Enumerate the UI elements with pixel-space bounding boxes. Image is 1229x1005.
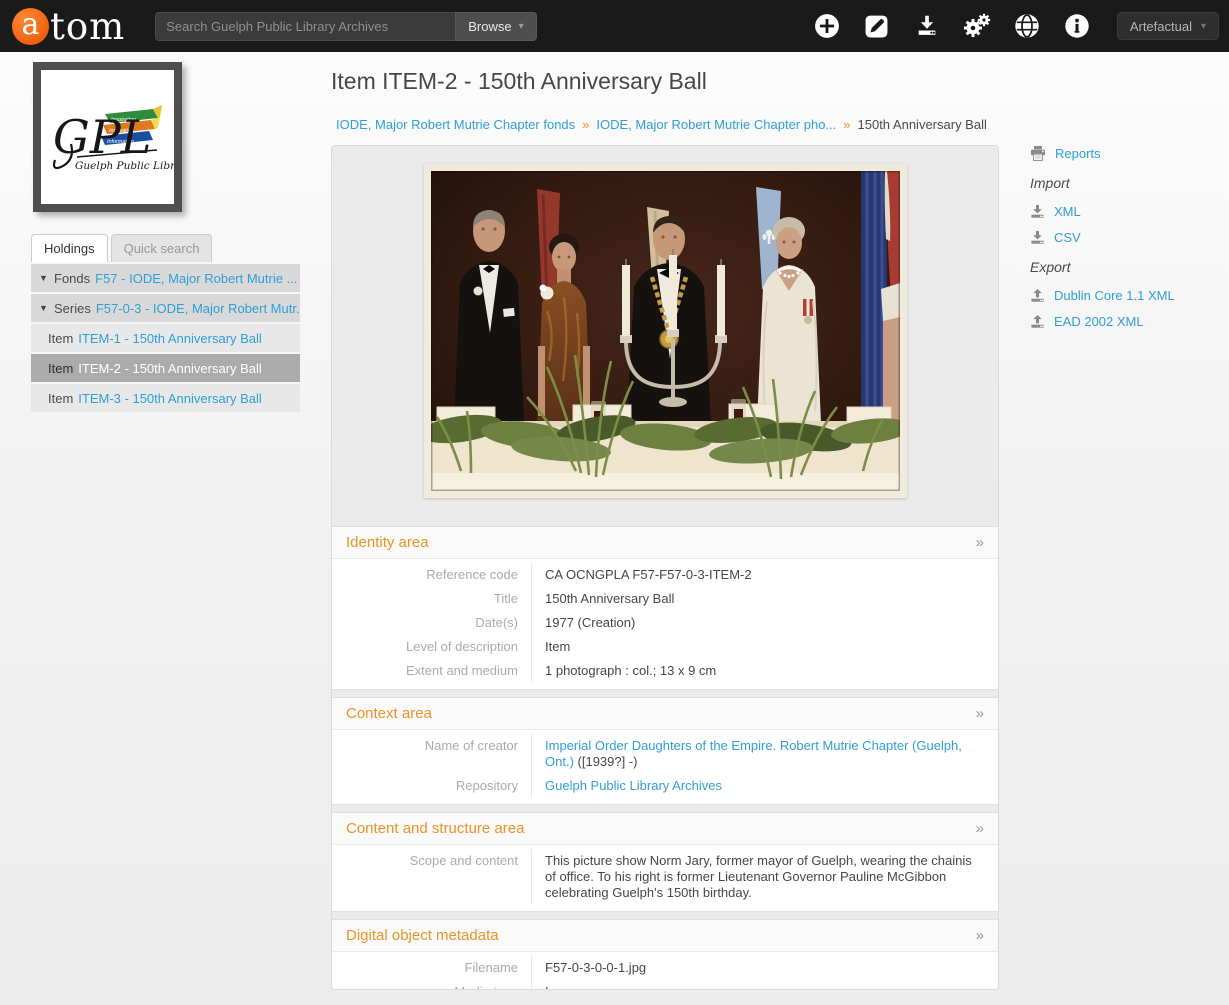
export-ead-link[interactable]: EAD 2002 XML bbox=[1054, 314, 1144, 329]
field-name-of-creator: Name of creator Imperial Order Daughters… bbox=[332, 734, 998, 774]
chevron-down-icon[interactable]: ▼ bbox=[39, 273, 54, 283]
breadcrumb-link-fonds[interactable]: IODE, Major Robert Mutrie Chapter fonds bbox=[336, 117, 575, 132]
admin-button[interactable] bbox=[963, 12, 991, 40]
tree-item-1[interactable]: Item ITEM-1 - 150th Anniversary Ball bbox=[31, 324, 300, 352]
description-panel: Identity area » Reference code CA OCNGPL… bbox=[331, 145, 999, 990]
main-content: Item ITEM-2 - 150th Anniversary Ball IOD… bbox=[331, 60, 999, 990]
tree-item-link[interactable]: ITEM-3 - 150th Anniversary Ball bbox=[78, 391, 262, 406]
reports-row: Reports bbox=[1030, 146, 1225, 161]
breadcrumb-current: 150th Anniversary Ball bbox=[858, 117, 987, 132]
export-dublin-core-link[interactable]: Dublin Core 1.1 XML bbox=[1054, 288, 1175, 303]
field-filename: Filename F57-0-3-0-0-1.jpg bbox=[332, 956, 998, 980]
import-xml-row: XML bbox=[1030, 204, 1225, 219]
section-digital-object-metadata: Digital object metadata » Filename F57-0… bbox=[332, 919, 998, 990]
printer-icon bbox=[1030, 146, 1046, 161]
import-xml-link[interactable]: XML bbox=[1054, 204, 1081, 219]
section-title: Identity area bbox=[346, 534, 429, 551]
upload-icon bbox=[1030, 314, 1045, 329]
tree-item-fonds[interactable]: ▼ Fonds F57 - IODE, Major Robert Mutrie … bbox=[31, 264, 300, 292]
field-extent-and-medium: Extent and medium 1 photograph : col.; 1… bbox=[332, 659, 998, 683]
section-identity-area: Identity area » Reference code CA OCNGPL… bbox=[332, 526, 998, 690]
field-dates: Date(s) 1977 (Creation) bbox=[332, 611, 998, 635]
atom-logo[interactable]: a tom bbox=[12, 8, 125, 45]
tree-item-3[interactable]: Item ITEM-3 - 150th Anniversary Ball bbox=[31, 384, 300, 412]
breadcrumb-link-series[interactable]: IODE, Major Robert Mutrie Chapter pho... bbox=[596, 117, 836, 132]
admin-gears-icon bbox=[963, 13, 991, 39]
section-title: Digital object metadata bbox=[346, 927, 499, 944]
user-menu-button[interactable]: Artefactual ▾ bbox=[1117, 12, 1219, 40]
download-icon bbox=[1030, 204, 1045, 219]
export-heading: Export bbox=[1030, 259, 1225, 275]
import-heading: Import bbox=[1030, 175, 1225, 191]
edit-button[interactable] bbox=[863, 12, 891, 40]
digital-object-image[interactable] bbox=[424, 164, 907, 498]
download-icon bbox=[1030, 230, 1045, 245]
sidebar-tabs: Holdings Quick search bbox=[31, 234, 300, 262]
info-icon bbox=[1064, 13, 1090, 39]
breadcrumb: IODE, Major Robert Mutrie Chapter fonds»… bbox=[331, 117, 999, 132]
anniversary-ball-photo bbox=[431, 171, 900, 491]
repository-logo[interactable]: Inspiration Innovation Information GPL G… bbox=[33, 62, 182, 212]
gpl-logo-image: Inspiration Innovation Information GPL G… bbox=[41, 70, 174, 203]
field-title: Title 150th Anniversary Ball bbox=[332, 587, 998, 611]
edit-icon bbox=[864, 14, 889, 39]
export-dc-row: Dublin Core 1.1 XML bbox=[1030, 288, 1225, 303]
tree-item-link[interactable]: F57-0-3 - IODE, Major Robert Mutr... bbox=[96, 301, 300, 316]
svg-text:Guelph Public Library: Guelph Public Library bbox=[75, 160, 174, 172]
atom-logo-a-icon: a bbox=[12, 8, 49, 45]
field-scope-and-content: Scope and content This picture show Norm… bbox=[332, 849, 998, 905]
page-title: Item ITEM-2 - 150th Anniversary Ball bbox=[331, 68, 999, 95]
holdings-treeview: ▼ Fonds F57 - IODE, Major Robert Mutrie … bbox=[31, 264, 300, 412]
repository-link[interactable]: Guelph Public Library Archives bbox=[545, 778, 722, 793]
breadcrumb-separator: » bbox=[836, 117, 857, 132]
tree-item-link[interactable]: F57 - IODE, Major Robert Mutrie ... bbox=[95, 271, 297, 286]
section-title: Context area bbox=[346, 705, 432, 722]
field-level-of-description: Level of description Item bbox=[332, 635, 998, 659]
tree-item-link[interactable]: ITEM-2 - 150th Anniversary Ball bbox=[78, 361, 262, 376]
upload-icon bbox=[1030, 288, 1045, 303]
left-sidebar: Inspiration Innovation Information GPL G… bbox=[31, 62, 300, 414]
breadcrumb-separator: » bbox=[575, 117, 596, 132]
language-button[interactable] bbox=[1013, 12, 1041, 40]
section-expand-link[interactable]: » bbox=[976, 534, 984, 551]
import-button[interactable] bbox=[913, 12, 941, 40]
tab-holdings[interactable]: Holdings bbox=[31, 234, 108, 262]
section-title: Content and structure area bbox=[346, 820, 524, 837]
tree-item-link[interactable]: ITEM-1 - 150th Anniversary Ball bbox=[78, 331, 262, 346]
add-button[interactable] bbox=[813, 12, 841, 40]
section-content-structure-area: Content and structure area » Scope and c… bbox=[332, 812, 998, 912]
section-expand-link[interactable]: » bbox=[976, 927, 984, 944]
section-expand-link[interactable]: » bbox=[976, 820, 984, 837]
search-input[interactable] bbox=[155, 12, 455, 41]
reports-link[interactable]: Reports bbox=[1055, 146, 1101, 161]
chevron-down-icon[interactable]: ▼ bbox=[39, 303, 54, 313]
export-ead-row: EAD 2002 XML bbox=[1030, 314, 1225, 329]
svg-text:GPL: GPL bbox=[53, 110, 151, 164]
field-media-type: Media type Image bbox=[332, 980, 998, 990]
caret-down-icon: ▾ bbox=[1201, 21, 1206, 32]
import-csv-link[interactable]: CSV bbox=[1054, 230, 1081, 245]
info-button[interactable] bbox=[1063, 12, 1091, 40]
field-repository: Repository Guelph Public Library Archive… bbox=[332, 774, 998, 798]
language-globe-icon bbox=[1014, 13, 1040, 39]
import-icon bbox=[914, 13, 940, 39]
field-reference-code: Reference code CA OCNGPLA F57-F57-0-3-IT… bbox=[332, 563, 998, 587]
import-csv-row: CSV bbox=[1030, 230, 1225, 245]
tree-item-series[interactable]: ▼ Series F57-0-3 - IODE, Major Robert Mu… bbox=[31, 294, 300, 322]
caret-down-icon: ▾ bbox=[519, 21, 524, 32]
browse-button[interactable]: Browse ▾ bbox=[455, 12, 536, 41]
right-context-menu: Reports Import XML CSV Export Dublin Cor… bbox=[1030, 146, 1225, 340]
tab-quick-search[interactable]: Quick search bbox=[111, 234, 213, 262]
top-navbar: a tom Browse ▾ bbox=[0, 0, 1229, 52]
tree-item-2-selected[interactable]: Item ITEM-2 - 150th Anniversary Ball bbox=[31, 354, 300, 382]
add-icon bbox=[814, 13, 840, 39]
section-context-area: Context area » Name of creator Imperial … bbox=[332, 697, 998, 805]
section-expand-link[interactable]: » bbox=[976, 705, 984, 722]
